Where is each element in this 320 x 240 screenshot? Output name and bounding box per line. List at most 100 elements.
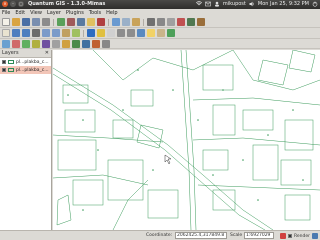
select-features-icon[interactable]	[97, 29, 105, 37]
layer-item[interactable]: pl...plakba_c...	[0, 58, 51, 66]
layer-item-selected[interactable]: pl...plakba_c...	[0, 66, 51, 74]
scale-field[interactable]: 1:6927029	[244, 232, 274, 239]
menu-tools[interactable]: Tools	[89, 9, 101, 17]
gps-tools-icon[interactable]	[12, 39, 20, 48]
save-project-icon[interactable]	[22, 18, 30, 26]
minimize-window-button[interactable]: –	[10, 1, 16, 7]
close-window-button[interactable]: ×	[2, 1, 8, 7]
open-project-icon[interactable]	[12, 18, 20, 26]
projection-icon[interactable]	[312, 233, 318, 239]
render-checkbox[interactable]	[287, 234, 292, 238]
file-toolbar	[0, 17, 320, 28]
add-wms-layer-icon[interactable]	[87, 18, 95, 26]
ftools-icon[interactable]	[102, 39, 110, 48]
print-icon[interactable]	[42, 18, 50, 26]
zoom-selection-icon[interactable]	[42, 29, 50, 37]
layers-panel-header: Layers ✕	[0, 50, 51, 58]
layer-visibility-checkbox[interactable]	[2, 60, 6, 64]
toolbar-separator	[108, 18, 109, 26]
layers-panel-title: Layers	[2, 50, 19, 56]
layer-label: pl...plakba_c...	[16, 59, 49, 65]
menu-layer[interactable]: Layer	[47, 9, 61, 17]
copyright-label-icon[interactable]	[82, 39, 90, 48]
north-arrow-icon[interactable]	[62, 39, 70, 48]
delete-feature-icon[interactable]	[177, 18, 185, 26]
identify-icon[interactable]	[87, 29, 95, 37]
refresh-icon[interactable]	[72, 29, 80, 37]
menu-plugins[interactable]: Plugins	[66, 9, 84, 17]
zoom-in-icon[interactable]	[12, 29, 20, 37]
plugin-manager-icon[interactable]	[2, 39, 10, 48]
pan-icon[interactable]	[2, 29, 10, 37]
title-bar: × – □ Quantum GIS - 1.3.0-Mimas mikupost…	[0, 0, 320, 9]
spit-icon[interactable]	[92, 39, 100, 48]
navigation-toolbar	[0, 28, 320, 39]
measure-area-icon[interactable]	[127, 29, 135, 37]
layer-label: pl...plakba_c...	[16, 67, 49, 73]
show-bookmarks-icon[interactable]	[157, 29, 165, 37]
move-feature-icon[interactable]	[187, 18, 195, 26]
scale-label: Scale	[230, 233, 243, 238]
zoom-last-icon[interactable]	[62, 29, 70, 37]
scale-bar-icon[interactable]	[72, 39, 80, 48]
remove-layer-icon[interactable]	[97, 18, 105, 26]
close-panel-icon[interactable]: ✕	[45, 50, 49, 57]
new-project-icon[interactable]	[2, 18, 10, 26]
toolbar-separator	[83, 29, 84, 37]
volume-icon[interactable]	[249, 1, 255, 7]
new-bookmark-icon[interactable]	[147, 29, 155, 37]
map-tips-icon[interactable]	[137, 29, 145, 37]
layer-visibility-checkbox[interactable]	[2, 68, 6, 72]
power-icon[interactable]	[312, 1, 318, 7]
mail-icon[interactable]	[205, 1, 211, 7]
grid-maker-icon[interactable]	[52, 39, 60, 48]
line-layer-icon	[8, 60, 14, 64]
capture-polygon-icon[interactable]	[167, 18, 175, 26]
add-vector-layer-icon[interactable]	[57, 18, 65, 26]
stop-render-icon[interactable]	[279, 233, 286, 239]
tray-username[interactable]: mikupost	[223, 1, 246, 7]
tray-clock[interactable]: Mon Jan 25, 9:32 PM	[258, 1, 309, 7]
add-postgis-layer-icon[interactable]	[77, 18, 85, 26]
save-as-icon[interactable]	[32, 18, 40, 26]
menu-bar: File Edit View Layer Plugins Tools Help	[0, 9, 320, 17]
coordinate-field[interactable]: 2062425.4,317849.8	[175, 232, 227, 239]
zoom-full-icon[interactable]	[32, 29, 40, 37]
delimited-text-icon[interactable]	[42, 39, 50, 48]
georeferencer-icon[interactable]	[22, 39, 30, 48]
menu-help[interactable]: Help	[106, 9, 117, 17]
maximize-window-button[interactable]: □	[18, 1, 24, 7]
user-icon[interactable]	[214, 1, 220, 7]
zoom-layer-icon[interactable]	[52, 29, 60, 37]
wifi-icon[interactable]	[195, 1, 203, 7]
overview-icon[interactable]	[132, 18, 140, 26]
layers-panel: Layers ✕ pl...plakba_c... pl...plakba_c.…	[0, 50, 52, 230]
capture-point-icon[interactable]	[147, 18, 155, 26]
map-features	[53, 50, 320, 230]
toolbar-separator	[143, 18, 144, 26]
render-toggle[interactable]: Render	[279, 233, 318, 239]
menu-edit[interactable]: Edit	[15, 9, 25, 17]
system-tray: mikupost Mon Jan 25, 9:32 PM	[195, 1, 318, 7]
hide-all-layers-icon[interactable]	[122, 18, 130, 26]
plugins-toolbar	[0, 39, 320, 49]
mouse-cursor-icon	[164, 154, 172, 165]
coordinate-label: Coordinate:	[146, 233, 173, 238]
show-all-layers-icon[interactable]	[112, 18, 120, 26]
map-canvas[interactable]	[53, 50, 320, 230]
render-label: Render	[293, 233, 310, 239]
help-icon[interactable]	[167, 29, 175, 37]
deselect-icon[interactable]	[107, 29, 115, 37]
menu-file[interactable]: File	[2, 9, 10, 17]
zoom-out-icon[interactable]	[22, 29, 30, 37]
edit-node-icon[interactable]	[197, 18, 205, 26]
coordinate-capture-icon[interactable]	[32, 39, 40, 48]
measure-line-icon[interactable]	[117, 29, 125, 37]
window-title: Quantum GIS - 1.3.0-Mimas	[28, 1, 106, 7]
capture-line-icon[interactable]	[157, 18, 165, 26]
line-layer-icon	[8, 68, 14, 72]
add-raster-layer-icon[interactable]	[67, 18, 75, 26]
toolbar-separator	[53, 18, 54, 26]
window-controls: × – □	[2, 1, 24, 7]
menu-view[interactable]: View	[30, 9, 42, 17]
